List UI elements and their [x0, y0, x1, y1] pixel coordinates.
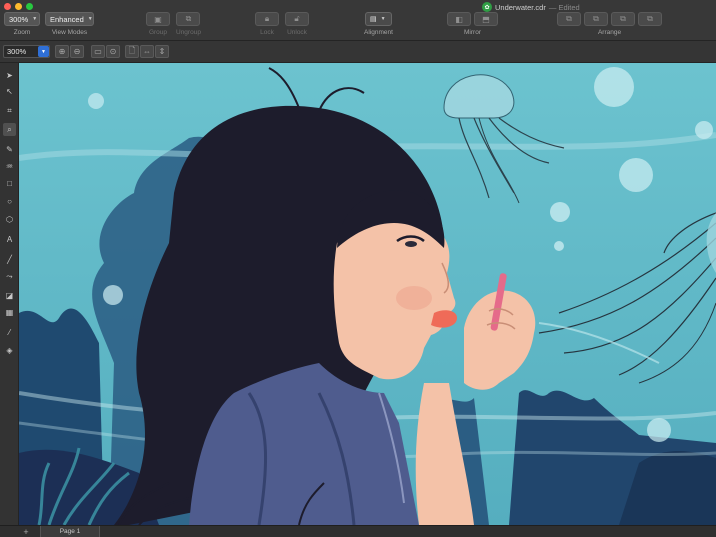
forward-one-icon: ⧉ — [593, 14, 599, 23]
polygon-tool-icon[interactable]: ⬡ — [3, 213, 16, 226]
title-toolbar: ✿ Underwater.cdr — Edited 300% ▼ Zoom En… — [0, 0, 716, 41]
alignment-dropdown[interactable]: ▤ ▼ — [364, 12, 392, 26]
page-bar: + Page 1 — [0, 525, 716, 537]
zoom-to-selected-button[interactable]: ▭ — [91, 45, 105, 58]
to-front-button[interactable]: ⧉ — [557, 12, 581, 26]
window-title: ✿ Underwater.cdr — Edited — [482, 2, 580, 12]
transparency-tool-icon[interactable]: ▦ — [3, 306, 16, 319]
zoom-in-button[interactable]: ⊕ — [55, 45, 69, 58]
zoom-in-icon: ⊕ — [58, 47, 66, 56]
mirror-vertical-button[interactable]: ⬒ — [474, 12, 498, 26]
shape-tool-icon[interactable]: ↖ — [3, 85, 16, 98]
back-one-icon: ⧉ — [620, 14, 626, 23]
unlock-button[interactable]: 🔓︎ — [285, 12, 309, 26]
unlock-label: Unlock — [287, 29, 307, 36]
chevron-down-icon: ▼ — [380, 16, 386, 22]
zoom-tool-icon[interactable]: ⌕ — [3, 123, 16, 136]
zoom-value: 300% — [9, 14, 29, 24]
to-back-button[interactable]: ⧉ — [638, 12, 662, 26]
underwater-artwork — [19, 63, 716, 525]
zoom-page-width-button[interactable]: ⇔ — [140, 45, 154, 58]
zoom-width-icon: ⇔ — [143, 47, 151, 56]
view-modes-label: View Modes — [51, 29, 88, 36]
ungroup-button[interactable]: ⧉ — [176, 12, 201, 26]
zoom-label: Zoom — [13, 29, 31, 36]
lock-label: Lock — [260, 29, 274, 36]
zoom-to-page-button[interactable]: 🗋︎ — [125, 45, 139, 58]
zoom-page-icon: 🗋︎ — [128, 45, 136, 55]
to-back-icon: ⧉ — [647, 14, 653, 23]
group-section: ▣ Group ⧉ Ungroup — [146, 12, 201, 36]
mirror-horizontal-button[interactable]: ◧ — [447, 12, 471, 26]
lock-section: 🔒︎ Lock 🔓︎ Unlock — [255, 12, 309, 36]
alignment-section: ▤ ▼ Alignment — [364, 12, 393, 36]
alignment-label: Alignment — [364, 29, 393, 36]
zoom-level-field[interactable]: 300% ▼ — [3, 45, 50, 58]
connector-tool-icon[interactable]: ⤳ — [3, 270, 16, 283]
ungroup-label: Ungroup — [176, 29, 201, 36]
maximize-window-button[interactable] — [26, 3, 33, 10]
pick-tool-icon[interactable]: ➤ — [3, 69, 16, 82]
lock-icon: 🔒︎ — [264, 14, 270, 23]
close-window-button[interactable] — [4, 3, 11, 10]
document-icon: ✿ — [482, 2, 492, 12]
arrange-section: ⧉ ⧉ ⧉ ⧉ Arrange — [557, 12, 662, 36]
eyedropper-tool-icon[interactable]: ⁄ — [3, 326, 16, 339]
minimize-window-button[interactable] — [15, 3, 22, 10]
property-bar: 300% ▼ ⊕ ⊖ ▭ ⊙ 🗋︎ ⇔ ⇕ — [0, 41, 716, 63]
zoom-all-icon: ⊙ — [109, 47, 117, 56]
chevron-down-icon: ▼ — [87, 16, 93, 22]
lock-button[interactable]: 🔒︎ — [255, 12, 279, 26]
unlock-icon: 🔓︎ — [294, 14, 300, 23]
view-modes-group: Enhanced ▼ View Modes — [45, 12, 94, 36]
zoom-to-all-button[interactable]: ⊙ — [106, 45, 120, 58]
zoom-out-button[interactable]: ⊖ — [70, 45, 84, 58]
zoom-out-icon: ⊖ — [73, 47, 81, 56]
rectangle-tool-icon[interactable]: □ — [3, 177, 16, 190]
interactive-fill-tool-icon[interactable]: ◈ — [3, 344, 16, 357]
document-status: — Edited — [548, 2, 580, 12]
dimension-tool-icon[interactable]: ╱ — [3, 253, 16, 266]
toolbox: ➤ ↖ ⌗ ⌕ ✎ ♒ □ ○ ⬡ A ╱ ⤳ ◪ ▦ ⁄ ◈ — [0, 63, 19, 525]
to-front-icon: ⧉ — [566, 14, 572, 23]
zoom-height-icon: ⇕ — [158, 47, 166, 56]
chevron-down-icon[interactable]: ▼ — [38, 46, 49, 57]
freehand-tool-icon[interactable]: ✎ — [3, 143, 16, 156]
group-label: Group — [148, 29, 168, 36]
zoom-selected-icon: ▭ — [94, 47, 102, 56]
document-name: Underwater.cdr — [495, 2, 546, 12]
mirror-section: ◧ ⬒ Mirror — [447, 12, 498, 36]
ellipse-tool-icon[interactable]: ○ — [3, 195, 16, 208]
align-icon: ▤ — [369, 16, 377, 23]
page-tab-1[interactable]: Page 1 — [40, 526, 100, 537]
mirror-label: Mirror — [464, 29, 481, 36]
crop-tool-icon[interactable]: ⌗ — [3, 104, 16, 117]
zoom-page-height-button[interactable]: ⇕ — [155, 45, 169, 58]
zoom-level-value: 300% — [7, 47, 27, 56]
view-modes-dropdown[interactable]: Enhanced ▼ — [45, 12, 94, 26]
group-button[interactable]: ▣ — [146, 12, 170, 26]
drop-shadow-tool-icon[interactable]: ◪ — [3, 289, 16, 302]
group-icon: ▣ — [154, 14, 162, 24]
ungroup-icon: ⧉ — [185, 14, 192, 23]
add-page-button[interactable]: + — [20, 526, 32, 537]
artistic-media-tool-icon[interactable]: ♒ — [3, 160, 16, 173]
zoom-dropdown[interactable]: 300% ▼ — [4, 12, 40, 26]
mirror-vertical-icon: ⬒ — [482, 14, 490, 24]
drawing-canvas[interactable] — [19, 63, 716, 525]
view-mode-value: Enhanced — [50, 14, 84, 24]
forward-one-button[interactable]: ⧉ — [584, 12, 608, 26]
mirror-horizontal-icon: ◧ — [455, 14, 463, 24]
arrange-label: Arrange — [597, 29, 622, 36]
text-tool-icon[interactable]: A — [3, 233, 16, 246]
zoom-group: 300% ▼ Zoom — [4, 12, 40, 36]
back-one-button[interactable]: ⧉ — [611, 12, 635, 26]
chevron-down-icon: ▼ — [32, 16, 38, 22]
